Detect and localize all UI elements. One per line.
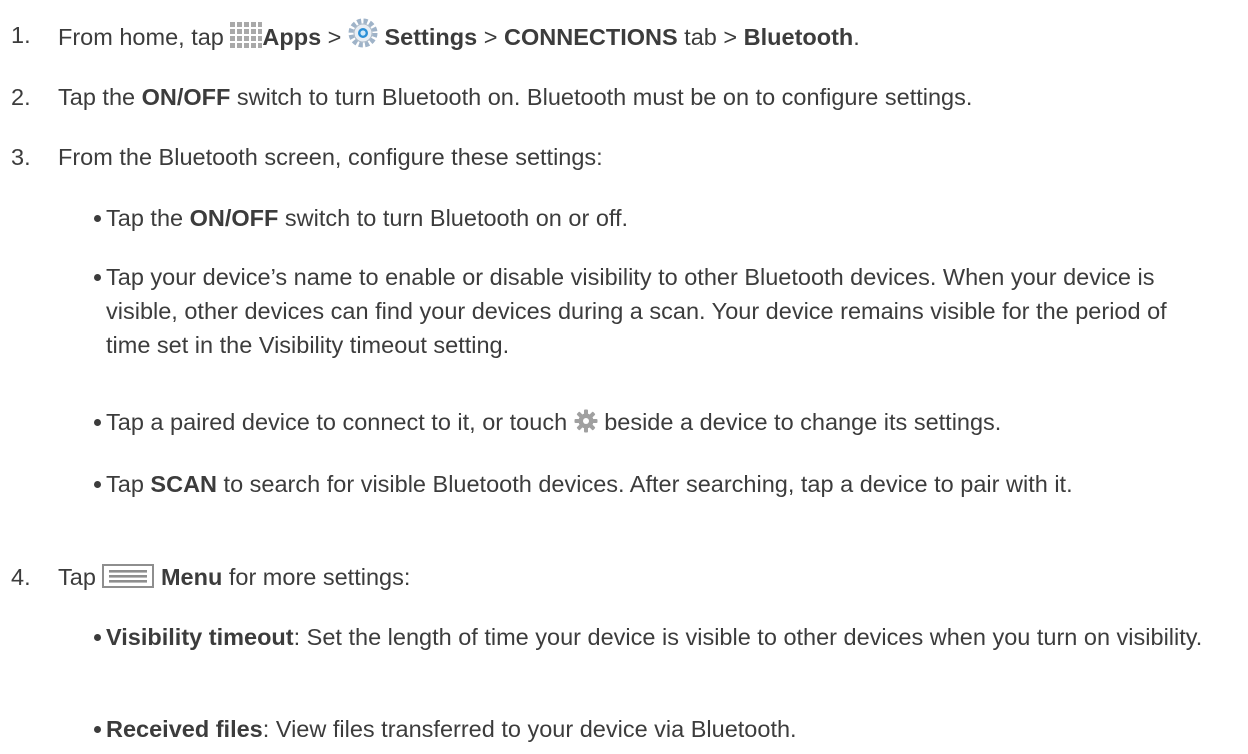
bullet-dot [94, 481, 101, 488]
step-number: 3. [11, 144, 31, 170]
bullet-text: Tap a paired device to connect to it, or… [106, 405, 1211, 442]
apps-label: Apps [262, 24, 322, 50]
text-fragment: to search for visible Bluetooth devices.… [217, 471, 1073, 497]
bullet-text: Tap SCAN to search for visible Bluetooth… [106, 467, 1211, 501]
bullet-dot [94, 215, 101, 222]
step-text: From the Bluetooth screen, configure the… [58, 144, 603, 170]
text-fragment: Tap [106, 471, 151, 497]
step-text-fragment: Tap the [58, 84, 142, 110]
text-fragment: : View files transferred to your device … [262, 716, 797, 742]
step-text: From home, tap Apps > Settings > CONNECT… [58, 18, 860, 57]
bullet-dot [94, 726, 101, 733]
step-text-fragment: From home, tap [58, 24, 231, 50]
menu-icon [102, 563, 155, 597]
bullet-text: Tap your device’s name to enable or disa… [106, 264, 1167, 358]
step-text-fragment: tab > [677, 24, 744, 50]
step-text: Tap Menu for more settings: [58, 560, 410, 597]
step-text-fragment: for more settings: [222, 564, 411, 590]
separator: > [321, 24, 348, 50]
onoff-label: ON/OFF [189, 205, 279, 231]
text-fragment: : Set the length of time your device is … [293, 624, 1203, 650]
gear-icon [574, 408, 598, 442]
step-text-fragment: switch to turn Bluetooth on. Bluetooth m… [230, 84, 973, 110]
apps-grid-icon [230, 22, 263, 57]
bullet-text: Received files: View files transferred t… [106, 712, 1211, 746]
scan-label: SCAN [150, 471, 218, 497]
instructions-document: 1. From home, tap Apps > Settings > CONN… [0, 0, 1248, 754]
bullet-dot [94, 419, 101, 426]
separator: > [477, 24, 504, 50]
text-fragment: Tap a paired device to connect to it, or… [106, 409, 574, 435]
bullet-dot [94, 274, 101, 281]
period: . [853, 24, 860, 50]
step-number: 2. [11, 84, 31, 110]
settings-gear-blue-icon [348, 18, 378, 57]
visibility-timeout-label: Visibility timeout [106, 624, 294, 650]
step-number: 1. [11, 22, 31, 48]
onoff-label: ON/OFF [141, 84, 231, 110]
step-number: 4. [11, 564, 31, 590]
bullet-text: Visibility timeout: Set the length of ti… [106, 620, 1211, 654]
step-text-fragment: Tap [58, 564, 103, 590]
text-fragment: switch to turn Bluetooth on or off. [278, 205, 629, 231]
bullet-dot [94, 634, 101, 641]
received-files-label: Received files [106, 716, 263, 742]
text-fragment: Tap the [106, 205, 190, 231]
menu-label: Menu [160, 564, 223, 590]
settings-label: Settings [384, 24, 478, 50]
text-fragment: beside a device to change its settings. [597, 409, 1002, 435]
step-text: Tap the ON/OFF switch to turn Bluetooth … [58, 80, 972, 114]
connections-label: CONNECTIONS [504, 24, 678, 50]
bullet-text: Tap the ON/OFF switch to turn Bluetooth … [106, 201, 1211, 235]
bluetooth-label: Bluetooth [743, 24, 854, 50]
